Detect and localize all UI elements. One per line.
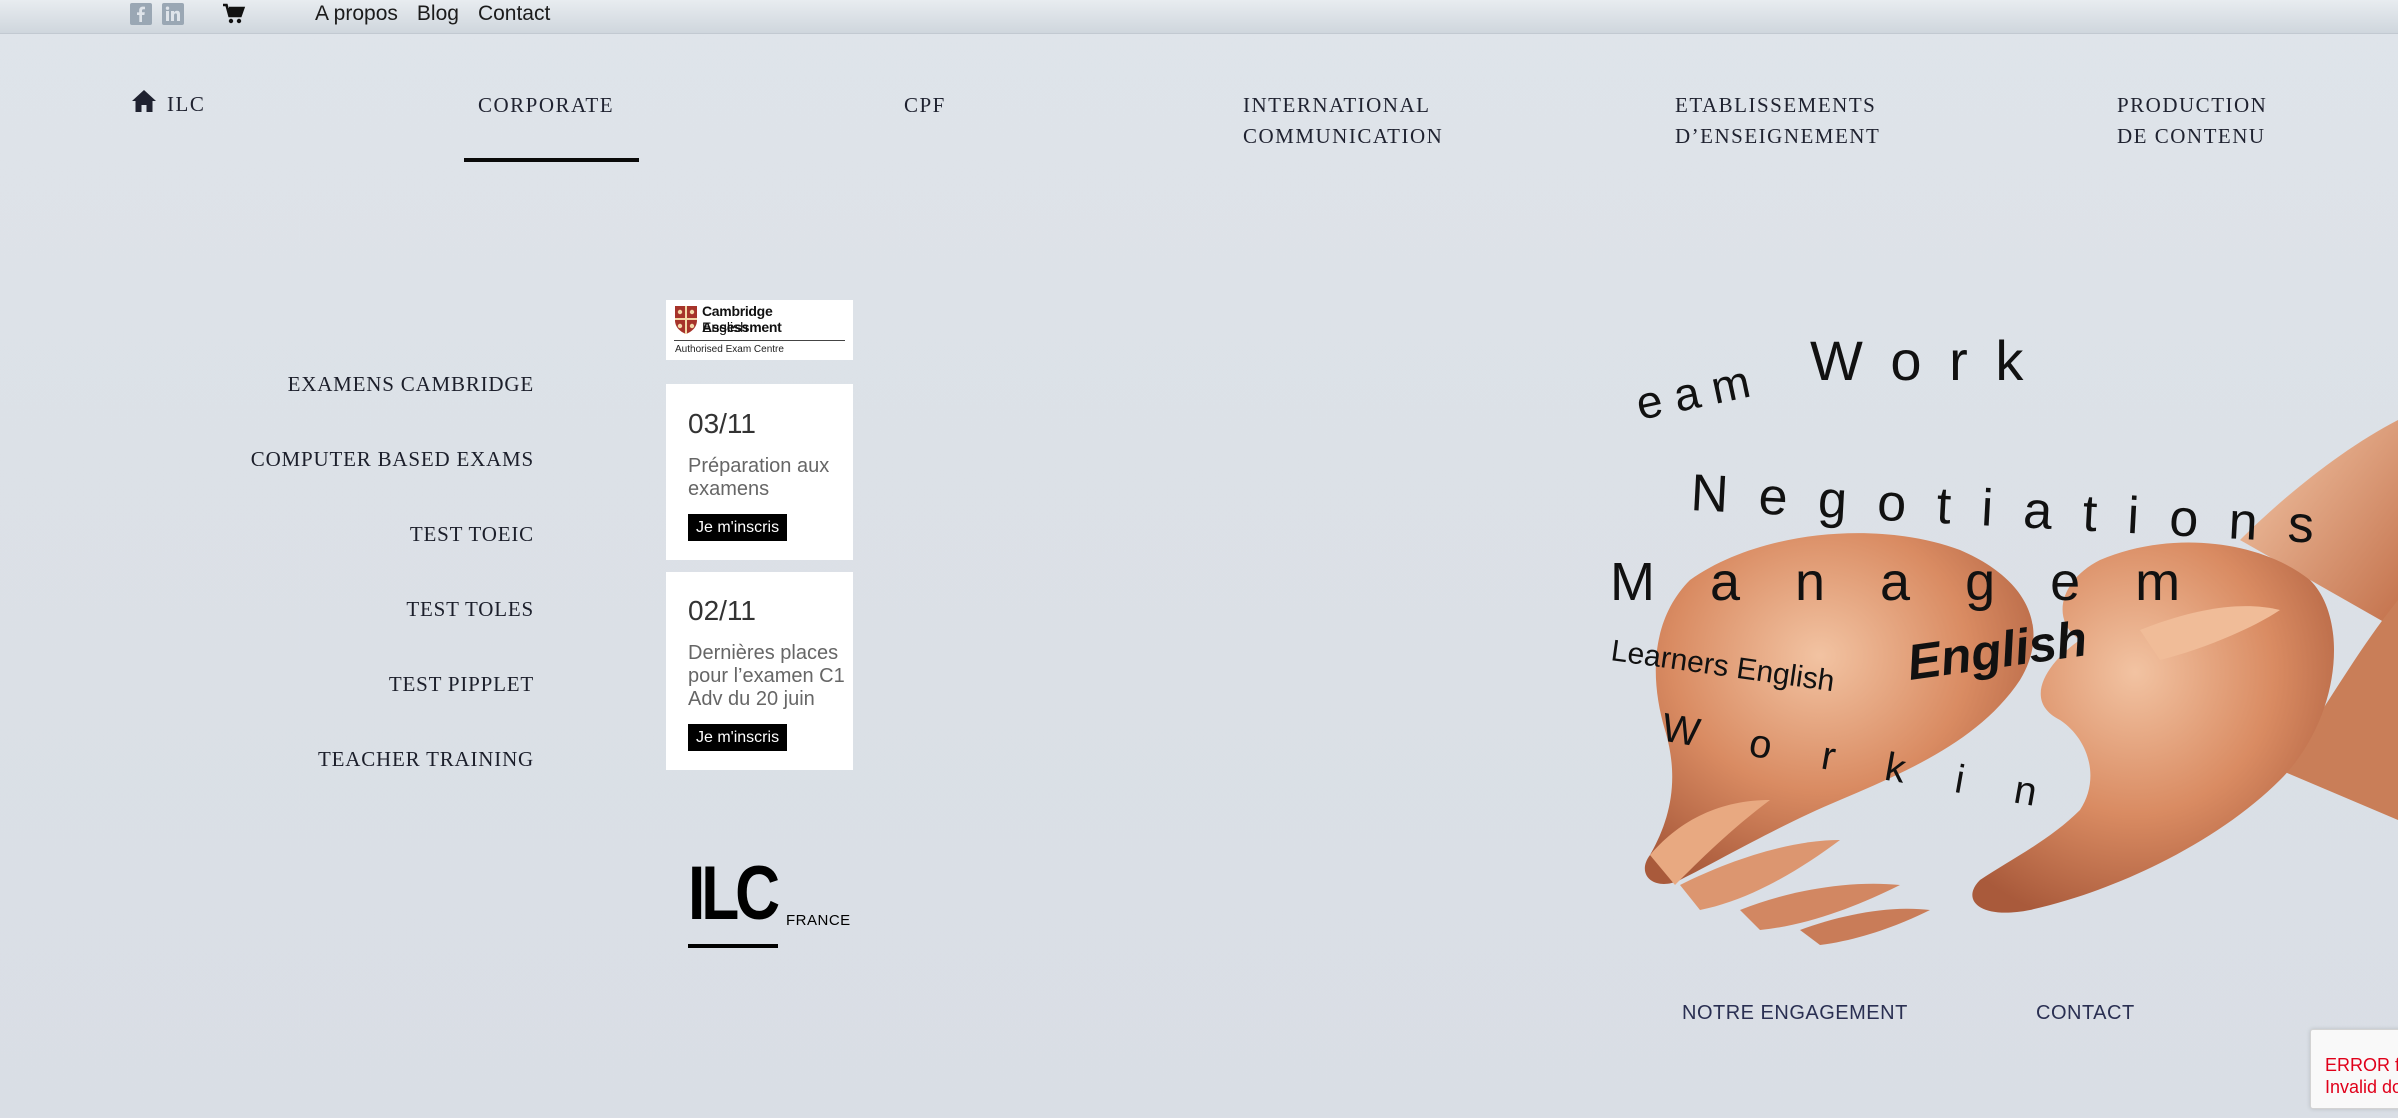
- nav-label-line1: ETABLISSEMENTS: [1675, 93, 1877, 117]
- nav-home-label: ILC: [167, 92, 206, 116]
- ilc-logo-sub: FRANCE: [786, 912, 851, 929]
- top-link-apropos[interactable]: A propos: [315, 2, 398, 26]
- submenu-teacher-training[interactable]: TEACHER TRAINING: [251, 739, 534, 814]
- nav-label-line2: COMMUNICATION: [1243, 124, 1444, 148]
- cambridge-assessment-logo[interactable]: Cambridge Assessment English Authorised …: [666, 300, 853, 360]
- nav-label-line1: INTERNATIONAL: [1243, 93, 1431, 117]
- recaptcha-error-line2: Invalid do: [2325, 1077, 2398, 1097]
- home-icon: [131, 88, 157, 123]
- nav-corporate[interactable]: CORPORATE: [478, 90, 614, 121]
- facebook-icon[interactable]: [130, 3, 152, 25]
- top-link-blog[interactable]: Blog: [417, 2, 459, 26]
- nav-label-line2: DE CONTENU: [2117, 124, 2266, 148]
- nav-active-underline: [464, 158, 639, 162]
- top-utility-bar: A propos Blog Contact: [0, 0, 2398, 34]
- cambridge-logo-line3: Authorised Exam Centre: [675, 344, 784, 355]
- cambridge-logo-line2: English: [702, 319, 748, 335]
- hero-word: e a m: [1631, 355, 1754, 430]
- hero-hands-globe-image: e a m W o r k N e g o t i a t i o n s M …: [1580, 300, 2398, 960]
- ilc-france-logo[interactable]: ILC FRANCE: [688, 851, 851, 950]
- top-links: A propos Blog Contact: [315, 0, 550, 28]
- submenu-test-toles[interactable]: TEST TOLES: [251, 589, 534, 664]
- nav-production-contenu[interactable]: PRODUCTION DE CONTENU: [2117, 90, 2267, 152]
- submenu-test-pipplet[interactable]: TEST PIPPLET: [251, 664, 534, 739]
- event-text: Dernières places pour l’examen C1 Adv du…: [688, 642, 845, 710]
- recaptcha-error-line1: ERROR fo: [2325, 1055, 2398, 1075]
- event-text: Préparation aux examens: [688, 455, 830, 500]
- cambridge-shield-icon: [675, 306, 697, 334]
- cambridge-logo-divider: [674, 340, 845, 341]
- recaptcha-error-badge[interactable]: ERROR fo Invalid do: [2310, 1029, 2398, 1109]
- corporate-submenu: EXAMENS CAMBRIDGE COMPUTER BASED EXAMS T…: [251, 364, 534, 814]
- svg-text:M a n a g e m: M a n a g e m: [1610, 552, 2200, 612]
- event-date: 02/11: [688, 595, 756, 626]
- footer-link-notre-engagement[interactable]: NOTRE ENGAGEMENT: [1682, 1002, 1908, 1025]
- top-link-contact[interactable]: Contact: [478, 2, 550, 26]
- nav-label-line2: D’ENSEIGNEMENT: [1675, 124, 1881, 148]
- linkedin-icon[interactable]: [162, 3, 184, 25]
- register-button[interactable]: Je m'inscris: [688, 724, 788, 751]
- submenu-computer-based-exams[interactable]: COMPUTER BASED EXAMS: [251, 439, 534, 514]
- nav-international-communication[interactable]: INTERNATIONAL COMMUNICATION: [1243, 90, 1443, 152]
- cart-icon[interactable]: [222, 3, 246, 30]
- hero-word: W o r k: [1810, 329, 2029, 392]
- ilc-logo-underline: [688, 944, 778, 948]
- hands-illustration: e a m W o r k N e g o t i a t i o n s M …: [1609, 329, 2398, 945]
- event-date: 03/11: [688, 408, 756, 439]
- nav-home[interactable]: ILC: [131, 88, 205, 123]
- register-button[interactable]: Je m'inscris: [688, 514, 788, 541]
- event-card: 03/11 Préparation aux examens Je m'inscr…: [666, 384, 853, 560]
- submenu-test-toeic[interactable]: TEST TOEIC: [251, 514, 534, 589]
- event-card: 02/11 Dernières places pour l’examen C1 …: [666, 572, 853, 770]
- nav-etablissements[interactable]: ETABLISSEMENTS D’ENSEIGNEMENT: [1675, 90, 1880, 152]
- footer-link-contact[interactable]: CONTACT: [2036, 1002, 2135, 1025]
- ilc-logo-main: ILC: [688, 851, 780, 936]
- nav-label-line1: PRODUCTION: [2117, 93, 2268, 117]
- submenu-examens-cambridge[interactable]: EXAMENS CAMBRIDGE: [251, 364, 534, 439]
- nav-cpf[interactable]: CPF: [904, 90, 946, 121]
